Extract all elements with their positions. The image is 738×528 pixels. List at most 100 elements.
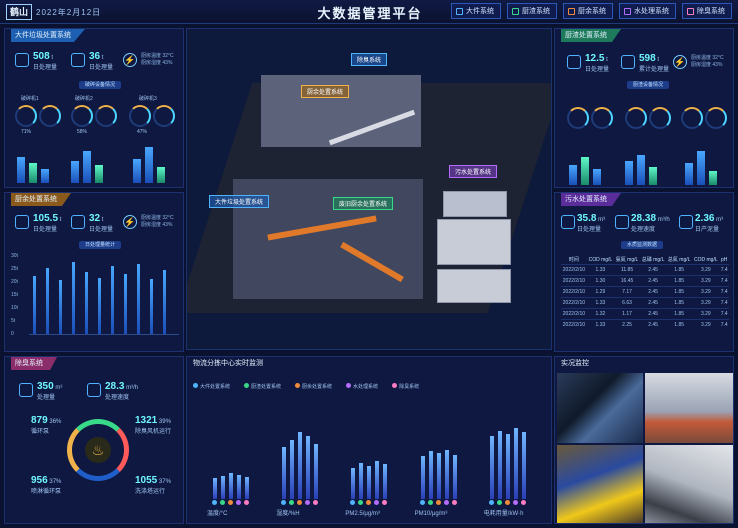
- legend-item[interactable]: 大件处置系统: [193, 383, 230, 390]
- bar: [375, 461, 380, 499]
- bar-group: 电耗用量/kW·h: [474, 415, 543, 519]
- bar-dot: [504, 500, 510, 505]
- bar: [133, 159, 141, 183]
- legend-item[interactable]: 厨余处置系统: [295, 383, 332, 390]
- gauge: [39, 105, 61, 127]
- legend-item[interactable]: 除臭系统: [392, 383, 419, 390]
- stat-item: 1055 37% 洗涤塔运行: [135, 475, 171, 495]
- table-row: 2022/2/10 1.29 7.17 2.45 1.85 3.29 7.4: [561, 286, 729, 298]
- bar-groups: 温度/°C 湿度/%H PM2.5/μg/m³ PM10/μg/m³ 电耗用量/kW·h: [197, 415, 543, 519]
- bar: [359, 463, 364, 499]
- bar: [513, 428, 518, 499]
- bar: [95, 165, 103, 183]
- panel-title: 实况监控: [561, 360, 589, 367]
- camera-feed-1[interactable]: [557, 373, 643, 443]
- bar-dot: [297, 500, 303, 505]
- bar: [497, 431, 502, 499]
- bar: [282, 447, 287, 499]
- bar: [436, 453, 441, 499]
- map-label-big-waste[interactable]: 大件垃圾处置系统: [209, 195, 270, 208]
- bar: [444, 450, 449, 499]
- panel-title: 物流分拣中心实时监测: [193, 360, 263, 367]
- bar: [213, 478, 217, 499]
- bar: [649, 167, 657, 185]
- date-display: 2022年2月12日: [36, 8, 102, 17]
- scale-icon: [71, 215, 85, 229]
- bar: [593, 169, 601, 185]
- stat-item: 956 37% 喷淋循环泵: [31, 475, 62, 495]
- panel-big-waste: 大件垃圾处置系统 508 t 日处理量 36 t 日处理量 ⚡ 厨房温度 32°C 厨…: [4, 28, 184, 188]
- bar: [145, 147, 153, 183]
- camera-feed-3[interactable]: [557, 445, 643, 523]
- map-label-water[interactable]: 污水处置系统: [449, 165, 498, 178]
- gauge: [681, 107, 703, 129]
- bar: [245, 477, 249, 499]
- bar-dot: [427, 500, 433, 505]
- panel-residue: 厨渣处置系统 12.5 t 日处理量 598 t 累计处理量 ⚡ 厨房温度 32°C…: [554, 28, 734, 188]
- bar-dot: [281, 500, 287, 505]
- nav-odor[interactable]: 除臭系统: [682, 3, 732, 19]
- panel-title: 厨余处置系统: [11, 193, 71, 206]
- bar: [41, 169, 49, 183]
- panel-water: 污水处置系统 35.8 m³ 日处理量 28.38 m³/h 处理速度 2.36 m…: [554, 192, 734, 352]
- camera-feed-2[interactable]: [645, 373, 733, 443]
- nav-water[interactable]: 水处理系统: [619, 3, 676, 19]
- bar: [383, 464, 388, 499]
- map-label-residue[interactable]: 废旧厨余处置系统: [333, 197, 394, 210]
- scale-icon: [621, 55, 635, 69]
- bar: [697, 151, 705, 185]
- plant-3d-map[interactable]: 厨余处置系统 除臭系统 污水处置系统 大件垃圾处置系统 废旧厨余处置系统: [186, 28, 552, 350]
- bar: [157, 167, 165, 183]
- bar: [452, 455, 457, 499]
- camera-feed-4[interactable]: [645, 445, 733, 523]
- gauge: [591, 107, 613, 129]
- bar: [83, 151, 91, 183]
- table-row: 2022/2/10 1.30 16.45 2.45 1.85 3.29 7.4: [561, 275, 729, 287]
- bar: [72, 262, 75, 334]
- bolt-icon: ⚡: [673, 55, 687, 69]
- bolt-icon: ⚡: [123, 53, 137, 67]
- legend-item[interactable]: 厨渣处置系统: [244, 383, 281, 390]
- pill-label: 厨渣设备情况: [627, 81, 670, 89]
- page-title: 大数据管理平台: [317, 6, 423, 21]
- table-header: 时间 COD mg/L 氨氮 mg/L 总磷 mg/L 总氮 mg/L COD mg/L p…: [568, 256, 728, 264]
- bar-group: [13, 143, 177, 183]
- bar: [428, 451, 433, 499]
- bar: [124, 274, 127, 334]
- bar: [33, 276, 36, 334]
- building-block: [437, 269, 511, 303]
- panel-video: 实况监控: [554, 356, 734, 524]
- legend-item[interactable]: 水处理系统: [346, 383, 378, 390]
- speed-icon: [615, 215, 629, 229]
- nav-kitchen[interactable]: 厨余系统: [563, 3, 613, 19]
- bar: [163, 270, 166, 334]
- group-label: PM2.5/μg/m³: [345, 511, 380, 517]
- map-label-kitchen[interactable]: 厨余处置系统: [301, 85, 350, 98]
- bar: [505, 434, 510, 499]
- stat-item: 879 36% 循环泵: [31, 415, 62, 435]
- bar: [98, 278, 101, 334]
- bar: [569, 165, 577, 185]
- nav-kitchen-residue[interactable]: 厨渣系统: [507, 3, 557, 19]
- panel-center-monitor: 物流分拣中心实时监测 大件处置系统 厨渣处置系统 厨余处置系统 水处理系统 除臭…: [186, 356, 552, 524]
- bar-dot: [435, 500, 441, 505]
- bar: [420, 456, 425, 499]
- bar: [637, 155, 645, 185]
- water-icon: [561, 215, 575, 229]
- bar: [306, 436, 311, 499]
- panel-odor: 除臭系统 350 m³ 处理量 28.3 m³/h 处理速度 ♨ 879 36% 循环…: [4, 356, 184, 524]
- bar: [71, 161, 79, 183]
- top-bar: 鹤山 2022年2月12日 大数据管理平台 大件系统 厨渣系统 厨余系统 水处理…: [0, 0, 738, 24]
- map-label-odor[interactable]: 除臭系统: [351, 53, 388, 66]
- panel-title: 除臭系统: [11, 357, 57, 370]
- bar-dot: [228, 500, 233, 505]
- bar-dot: [358, 500, 364, 505]
- bar: [29, 163, 37, 183]
- cube-icon: [456, 7, 463, 15]
- nav-big-waste[interactable]: 大件系统: [451, 3, 501, 19]
- bar-group: 温度/°C: [197, 415, 266, 519]
- gauge: [129, 105, 151, 127]
- fan-icon: [687, 7, 694, 15]
- gauge: [71, 105, 93, 127]
- bar-dot: [313, 500, 319, 505]
